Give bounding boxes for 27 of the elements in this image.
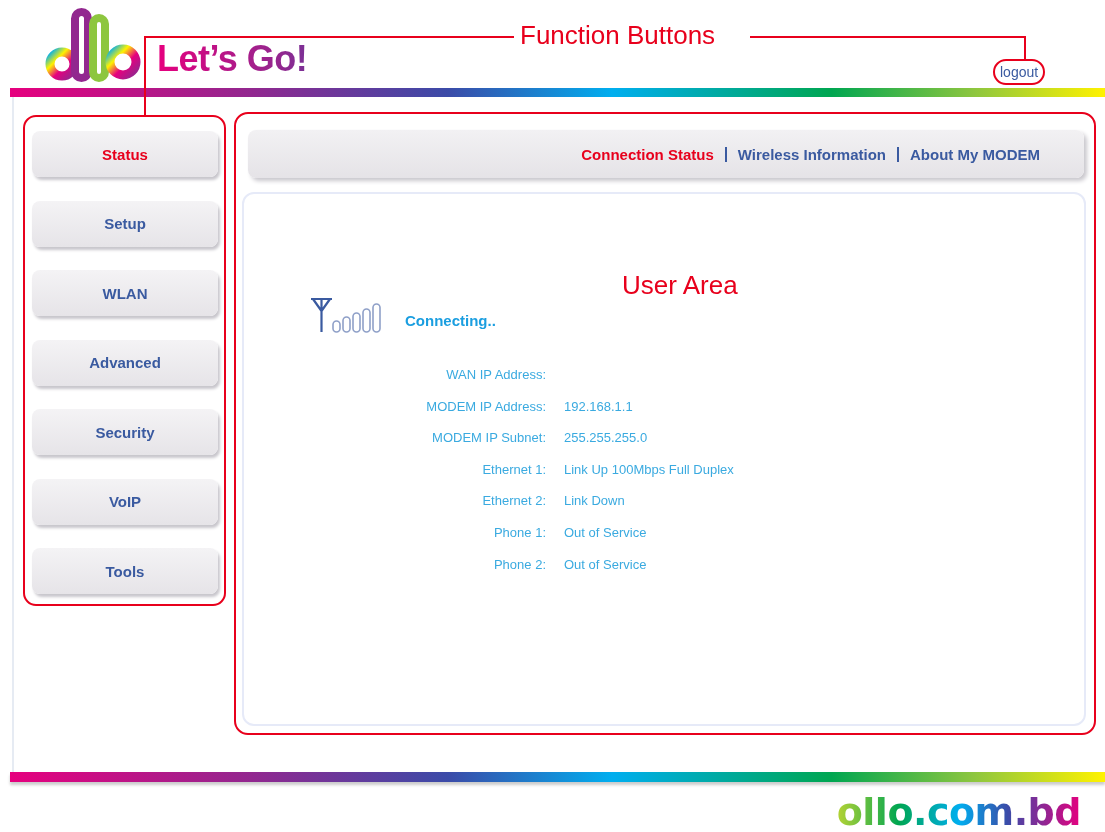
field-label: Phone 1: bbox=[492, 523, 546, 542]
tab-link[interactable]: Wireless Information bbox=[737, 145, 886, 163]
field-label: WAN IP Address: bbox=[445, 366, 546, 384]
field-label: Phone 2: bbox=[492, 555, 546, 574]
field-value: 255.255.255.0 bbox=[564, 429, 649, 448]
field-label: Ethernet 1: bbox=[481, 460, 546, 479]
field-value: 192.168.1.1 bbox=[564, 397, 634, 416]
tab-link[interactable]: Connection Status bbox=[581, 145, 714, 163]
logout-link[interactable]: logout bbox=[993, 59, 1046, 85]
menu-button[interactable]: Security bbox=[32, 409, 218, 455]
menu-button[interactable]: Tools bbox=[32, 548, 218, 594]
menu-button[interactable]: Status bbox=[32, 131, 218, 177]
field-label: Ethernet 2: bbox=[481, 492, 546, 511]
menu-button[interactable]: VoIP bbox=[32, 478, 218, 525]
field-label: MODEM IP Subnet: bbox=[431, 429, 546, 448]
menu-button[interactable]: Advanced bbox=[32, 339, 218, 386]
field-value: Out of Service bbox=[564, 523, 648, 542]
menu-button[interactable]: WLAN bbox=[32, 270, 218, 316]
field-value: Link Up 100Mbps Full Duplex bbox=[564, 460, 735, 479]
annotation-label: Function Buttons bbox=[520, 20, 716, 51]
tab-link[interactable]: About My MODEM bbox=[910, 145, 1040, 163]
field-value: Link Down bbox=[564, 492, 626, 511]
menu-button[interactable]: Setup bbox=[32, 200, 218, 247]
field-value: Out of Service bbox=[564, 555, 648, 574]
field-label: MODEM IP Address: bbox=[425, 397, 546, 416]
connection-status: Connecting.. bbox=[405, 311, 496, 329]
annotation-label: User Area bbox=[622, 270, 738, 301]
